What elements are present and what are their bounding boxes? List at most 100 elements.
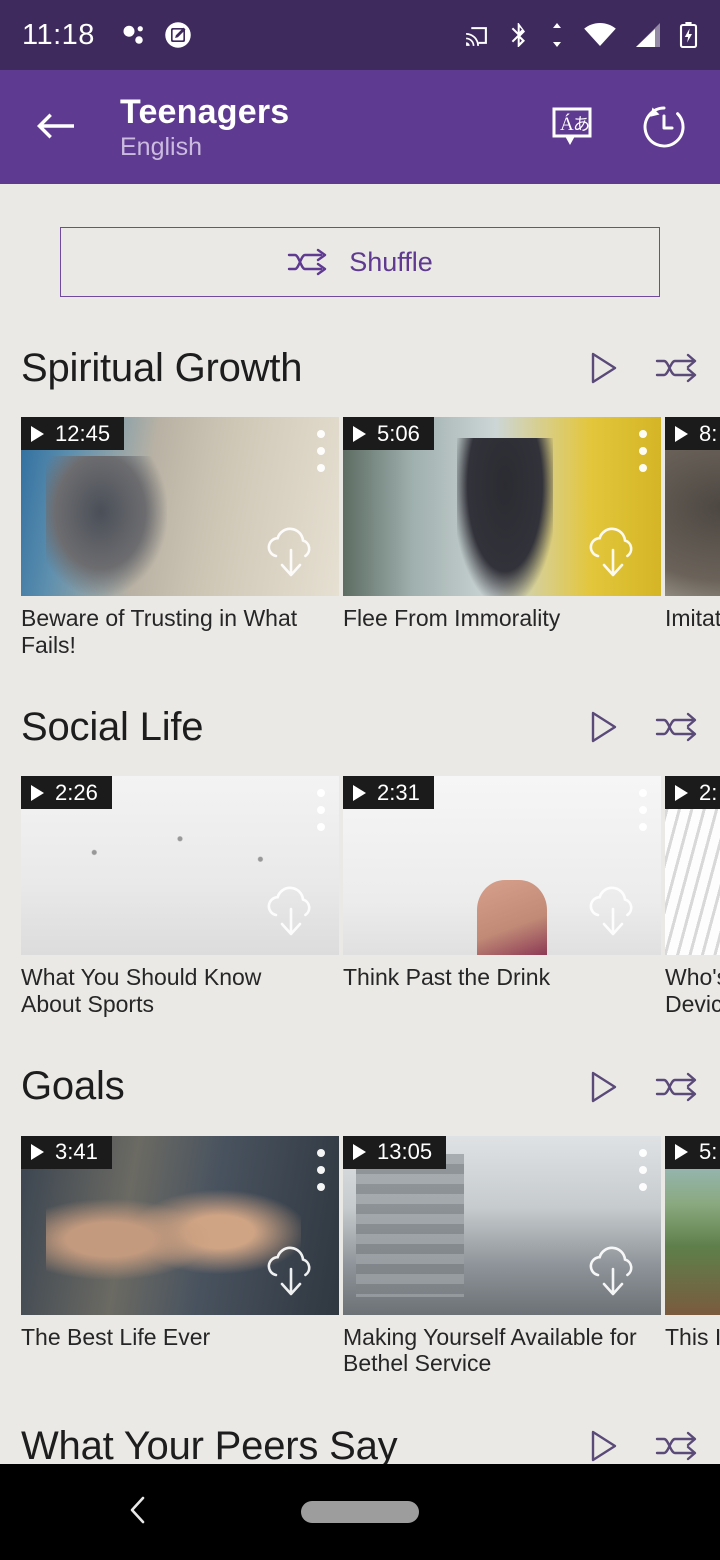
section-shuffle-button[interactable] xyxy=(654,704,700,750)
shuffle-bar: Shuffle xyxy=(0,184,720,297)
video-thumbnail[interactable]: 2: xyxy=(665,776,720,956)
cloud-download-icon xyxy=(267,1246,311,1295)
section-actions xyxy=(580,1423,700,1464)
shuffle-all-button[interactable]: Shuffle xyxy=(60,227,660,297)
download-button[interactable] xyxy=(259,1242,323,1307)
video-card[interactable]: 2:26 What You Should Know About Sports xyxy=(21,776,339,1017)
play-icon xyxy=(591,1430,617,1462)
shuffle-icon xyxy=(655,1431,697,1461)
svg-text:あ: あ xyxy=(573,115,590,134)
section-header: Social Life xyxy=(0,696,720,758)
duration-label: 2:31 xyxy=(377,779,420,805)
video-title: The Best Life Ever xyxy=(21,1323,211,1350)
video-thumbnail[interactable]: 13:05 xyxy=(343,1135,661,1315)
video-card[interactable]: 5: This Is the Way xyxy=(665,1135,720,1377)
cloud-download-icon xyxy=(267,527,311,577)
section: Spiritual Growth 12:45 Beware of Trusting … xyxy=(0,337,720,658)
video-thumbnail[interactable]: 12:45 xyxy=(21,417,339,596)
video-card[interactable]: 2: Who's In Control of Your Devices? xyxy=(665,776,720,1017)
more-options-icon[interactable] xyxy=(639,1148,647,1191)
video-row[interactable]: 12:45 Beware of Trusting in What Fails! 5:… xyxy=(0,417,720,658)
video-thumbnail[interactable]: 8: xyxy=(665,417,720,596)
more-options-icon[interactable] xyxy=(317,430,325,472)
duration-badge: 3:41 xyxy=(21,1135,112,1169)
app-bar-titles: Teenagers English xyxy=(120,93,289,162)
status-notification-icons xyxy=(119,20,193,50)
status-system-icons xyxy=(464,21,698,49)
duration-badge: 8: xyxy=(665,417,720,450)
back-arrow-icon xyxy=(37,113,74,139)
content-scroll-area[interactable]: Shuffle Spiritual Growth 12:45 Beware of T… xyxy=(0,184,720,1464)
status-bar: 11:18 xyxy=(0,0,720,70)
nav-back-button[interactable] xyxy=(122,1493,156,1532)
download-button[interactable] xyxy=(581,882,645,947)
video-card[interactable]: 3:41 The Best Life Ever xyxy=(21,1135,339,1377)
dots-notification-icon xyxy=(123,25,143,44)
duration-label: 8: xyxy=(699,420,718,446)
play-triangle-icon xyxy=(675,425,688,442)
section-play-button[interactable] xyxy=(580,1423,626,1464)
download-button[interactable] xyxy=(259,882,323,947)
duration-label: 3:41 xyxy=(55,1139,98,1165)
duration-badge: 5: xyxy=(665,1135,720,1169)
cloud-download-icon xyxy=(267,886,311,936)
more-options-icon[interactable] xyxy=(639,789,647,832)
battery-charging-icon xyxy=(679,22,698,49)
shuffle-icon xyxy=(655,353,697,383)
more-options-icon[interactable] xyxy=(317,789,325,832)
play-icon xyxy=(591,1071,617,1102)
play-triangle-icon xyxy=(353,1144,366,1161)
video-row[interactable]: 3:41 The Best Life Ever 13:05 Making Yourse… xyxy=(0,1135,720,1377)
video-card[interactable]: 5:06 Flee From Immorality xyxy=(343,417,661,658)
history-button[interactable] xyxy=(638,101,690,153)
video-thumbnail[interactable]: 2:31 xyxy=(343,776,661,956)
video-thumbnail[interactable]: 2:26 xyxy=(21,776,339,956)
section-actions xyxy=(580,345,700,391)
download-button[interactable] xyxy=(581,1242,645,1307)
duration-badge: 13:05 xyxy=(343,1135,447,1169)
cloud-download-icon xyxy=(589,527,633,577)
more-options-icon[interactable] xyxy=(317,1148,325,1191)
home-pill-icon[interactable] xyxy=(301,1501,419,1523)
section-actions xyxy=(580,1064,700,1110)
section-shuffle-button[interactable] xyxy=(654,345,700,391)
sections-list: Spiritual Growth 12:45 Beware of Trusting … xyxy=(0,337,720,1464)
more-options-icon[interactable] xyxy=(639,430,647,472)
wifi-icon xyxy=(584,23,616,46)
section-shuffle-button[interactable] xyxy=(654,1423,700,1464)
section-play-button[interactable] xyxy=(580,345,626,391)
play-triangle-icon xyxy=(31,1144,44,1161)
back-button[interactable] xyxy=(26,99,82,155)
video-row[interactable]: 2:26 What You Should Know About Sports 2:3… xyxy=(0,776,720,1017)
screenshot-notification-icon xyxy=(165,22,191,48)
download-button[interactable] xyxy=(581,523,645,588)
language-button[interactable]: Á あ xyxy=(546,101,598,153)
cast-icon xyxy=(466,26,487,46)
video-card[interactable]: 8: Imitate Their Courage xyxy=(665,417,720,658)
section-play-button[interactable] xyxy=(580,1064,626,1110)
shuffle-icon xyxy=(655,713,697,742)
bluetooth-icon xyxy=(511,23,525,47)
system-nav-bar xyxy=(0,1464,720,1560)
cloud-download-icon xyxy=(589,886,633,936)
video-thumbnail[interactable]: 5:06 xyxy=(343,417,661,596)
shuffle-all-label: Shuffle xyxy=(349,246,433,277)
play-triangle-icon xyxy=(31,425,44,442)
video-thumbnail[interactable]: 3:41 xyxy=(21,1135,339,1315)
section-shuffle-button[interactable] xyxy=(654,1064,700,1110)
section: What Your Peers Say2:052:433: xyxy=(0,1415,720,1464)
data-transfer-icon xyxy=(553,23,561,47)
play-triangle-icon xyxy=(353,425,366,442)
duration-badge: 2:26 xyxy=(21,776,112,810)
video-thumbnail[interactable]: 5: xyxy=(665,1135,720,1315)
download-button[interactable] xyxy=(259,523,323,588)
app-bar: Teenagers English Á あ xyxy=(0,70,720,184)
section-play-button[interactable] xyxy=(580,704,626,750)
video-title: This Is the Way xyxy=(665,1323,720,1350)
video-card[interactable]: 2:31 Think Past the Drink xyxy=(343,776,661,1017)
play-triangle-icon xyxy=(31,784,44,801)
video-card[interactable]: 13:05 Making Yourself Available for Bethe… xyxy=(343,1135,661,1377)
video-title: What You Should Know About Sports xyxy=(21,964,262,1018)
section: Social Life 2:26 What You Should Know Abou… xyxy=(0,696,720,1017)
video-card[interactable]: 12:45 Beware of Trusting in What Fails! xyxy=(21,417,339,658)
